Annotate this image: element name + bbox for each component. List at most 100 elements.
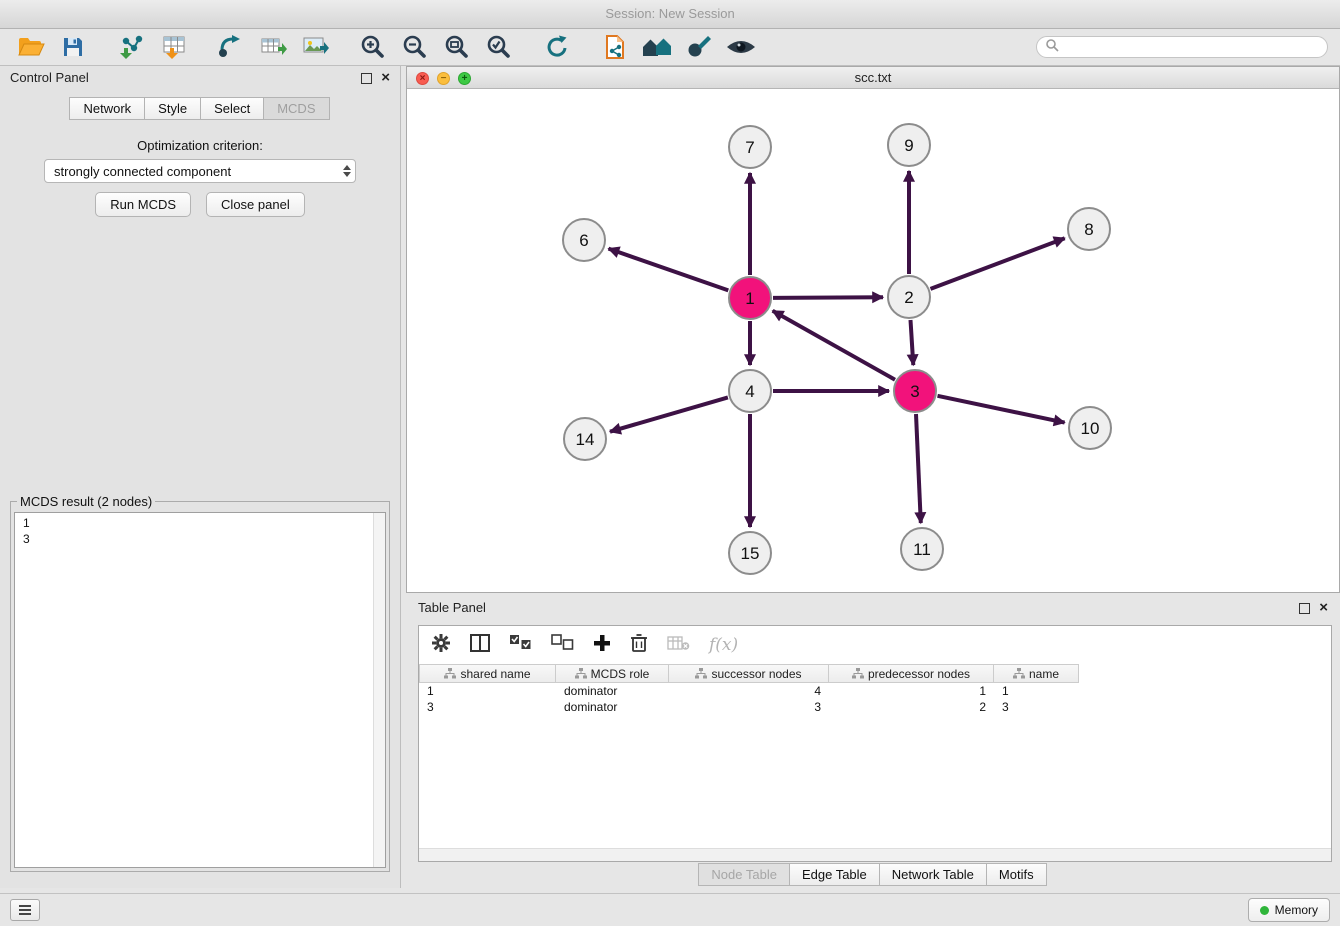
add-row-icon[interactable] [593,634,611,657]
show-columns-icon[interactable] [470,634,490,657]
import-table-file-icon[interactable] [154,31,192,63]
node-4[interactable]: 4 [729,370,771,412]
maximize-window-icon[interactable]: + [458,72,471,85]
new-network-icon[interactable] [212,31,250,63]
select-all-rows-icon[interactable] [509,634,532,656]
node-14[interactable]: 14 [564,418,606,460]
function-builder-icon[interactable]: f(x) [709,635,738,655]
refresh-view-icon[interactable] [538,31,576,63]
column-sort-icon [444,668,456,679]
table-cell: 3 [994,699,1079,715]
close-panel-icon[interactable]: × [381,72,390,84]
close-window-icon[interactable]: × [416,72,429,85]
node-6[interactable]: 6 [563,219,605,261]
column-header-mcds-role[interactable]: MCDS role [556,664,669,683]
edge-3-11[interactable] [916,414,921,523]
deselect-all-rows-icon[interactable] [551,634,574,656]
save-session-icon[interactable] [54,31,92,63]
node-label: 2 [904,288,913,307]
column-header-shared-name[interactable]: shared name [419,664,556,683]
clone-network-icon[interactable] [254,31,292,63]
search-box[interactable] [1036,36,1328,58]
node-11[interactable]: 11 [901,528,943,570]
column-header-name[interactable]: name [994,664,1079,683]
mcds-result-group: MCDS result (2 nodes) 13 [10,494,390,872]
node-7[interactable]: 7 [729,126,771,168]
minimize-window-icon[interactable]: − [437,72,450,85]
edge-4-14[interactable] [610,397,728,431]
criterion-dropdown-value: strongly connected component [54,164,231,179]
window-title: Session: New Session [605,6,734,21]
edge-3-1[interactable] [773,311,895,380]
column-header-label: shared name [460,667,530,681]
result-scrollbar[interactable] [373,513,385,867]
table-cell: 1 [829,683,994,699]
node-label: 10 [1081,419,1100,438]
window-titlebar: Session: New Session [0,0,1340,29]
open-session-icon[interactable] [12,31,50,63]
edge-2-3[interactable] [911,320,914,365]
search-icon [1045,38,1059,57]
node-3[interactable]: 3 [894,370,936,412]
network-window-titlebar[interactable]: scc.txt × − + [407,67,1339,89]
zoom-selected-icon[interactable] [480,31,518,63]
edge-3-10[interactable] [938,396,1065,423]
tab-select[interactable]: Select [200,97,264,120]
node-1[interactable]: 1 [729,277,771,319]
tab-style[interactable]: Style [144,97,201,120]
float-panel-icon[interactable] [361,73,372,84]
search-input[interactable] [1064,39,1319,55]
criterion-dropdown[interactable]: strongly connected component [44,159,356,183]
float-table-panel-icon[interactable] [1299,603,1310,614]
close-panel-button[interactable]: Close panel [206,192,305,217]
node-15[interactable]: 15 [729,532,771,574]
show-graphics-eye-icon[interactable] [722,31,760,63]
list-icon [19,909,31,911]
home-view-icon[interactable] [638,31,676,63]
paint-style-icon[interactable] [680,31,718,63]
run-mcds-button[interactable]: Run MCDS [95,192,191,217]
table-row[interactable]: 1dominator411 [419,683,1331,699]
delete-rows-icon[interactable] [630,633,648,658]
optimization-criterion-label: Optimization criterion: [0,138,400,153]
column-sort-icon [1013,668,1025,679]
memory-button[interactable]: Memory [1248,898,1330,922]
zoom-in-icon[interactable] [354,31,392,63]
table-row[interactable]: 3dominator323 [419,699,1331,715]
table-panel: Table Panel × [406,597,1340,888]
edge-2-8[interactable] [931,238,1065,289]
table-horizontal-scrollbar[interactable] [419,848,1331,861]
mcds-result-item[interactable]: 1 [23,515,385,531]
apply-style-icon[interactable] [596,31,634,63]
import-network-file-icon[interactable] [112,31,150,63]
tab-node-table[interactable]: Node Table [698,863,790,886]
task-history-button[interactable] [10,899,40,921]
tab-network[interactable]: Network [69,97,145,120]
network-canvas[interactable]: 7 9 6 8 1 2 4 3 14 10 15 11 [407,89,1339,592]
tab-edge-table[interactable]: Edge Table [789,863,880,886]
node-9[interactable]: 9 [888,124,930,166]
column-header-successor-nodes[interactable]: successor nodes [669,664,829,683]
node-label: 11 [913,540,931,559]
edge-1-2[interactable] [773,297,883,298]
network-window-title: scc.txt [407,67,1339,88]
tab-mcds[interactable]: MCDS [263,97,329,120]
zoom-out-icon[interactable] [396,31,434,63]
edge-1-6[interactable] [609,249,729,291]
mcds-result-item[interactable]: 3 [23,531,385,547]
table-cell: 1 [994,683,1079,699]
node-10[interactable]: 10 [1069,407,1111,449]
node-2[interactable]: 2 [888,276,930,318]
export-image-icon[interactable] [296,31,334,63]
tab-motifs[interactable]: Motifs [986,863,1047,886]
delete-columns-icon[interactable] [667,635,690,656]
node-8[interactable]: 8 [1068,208,1110,250]
control-panel: Control Panel × NetworkStyleSelectMCDS O… [0,66,401,888]
column-header-predecessor-nodes[interactable]: predecessor nodes [829,664,994,683]
node-label: 8 [1084,220,1093,239]
gear-icon[interactable] [431,633,451,658]
close-table-panel-icon[interactable]: × [1319,602,1328,614]
tab-network-table[interactable]: Network Table [879,863,987,886]
zoom-fit-icon[interactable] [438,31,476,63]
mcds-result-list[interactable]: 13 [14,512,386,868]
